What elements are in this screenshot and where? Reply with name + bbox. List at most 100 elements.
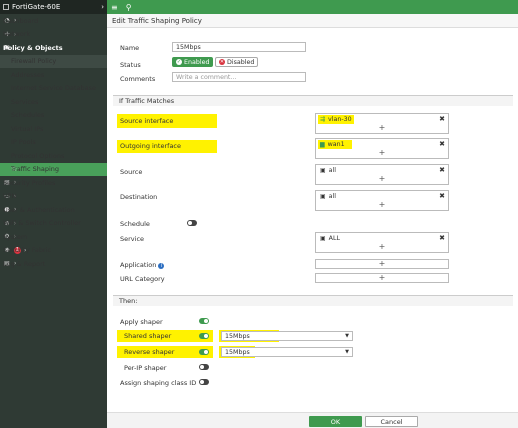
info-icon[interactable]: i: [158, 263, 165, 269]
status-disabled-label: Disabled: [227, 58, 255, 66]
sidebar-item-log-report[interactable]: ▤ Log & Report ›: [0, 257, 107, 271]
per-ip-shaper-label: Per-IP shaper: [124, 364, 167, 372]
assign-class-label: Assign shaping class ID: [120, 379, 197, 387]
sidebar-item-schedules[interactable]: Schedules: [0, 109, 107, 123]
sidebar-item-label: Dashboard: [3, 16, 39, 25]
application-add[interactable]: +: [315, 259, 449, 269]
reverse-shaper-select[interactable]: 15Mbps ▼: [221, 347, 353, 357]
outgoing-interface-entry[interactable]: ▆ wan1: [320, 141, 345, 148]
application-label: Application i: [120, 261, 165, 269]
search-icon[interactable]: ⚲: [126, 3, 132, 12]
application-label-text: Application: [120, 261, 157, 269]
remove-icon[interactable]: ✖: [439, 234, 445, 242]
sidebar-item-label: Firewall Policy: [11, 57, 57, 66]
sidebar-item-virtual-ips[interactable]: Virtual IPs: [0, 122, 107, 136]
url-category-add[interactable]: +: [315, 273, 449, 283]
sidebar-item-label: VPN: [3, 192, 17, 201]
destination-box[interactable]: ▣ all ✖ +: [315, 190, 449, 211]
sidebar-item-addresses[interactable]: Addresses: [0, 68, 107, 82]
shared-shaper-label: Shared shaper: [124, 332, 172, 340]
status-enabled-button[interactable]: ✓ Enabled: [172, 57, 214, 67]
port-icon: ▆: [320, 141, 325, 148]
assign-class-toggle[interactable]: [199, 379, 209, 385]
outgoing-interface-label: Outgoing interface: [120, 142, 181, 150]
add-icon[interactable]: +: [316, 174, 448, 183]
sidebar-item-dashboard[interactable]: ◔ Dashboard ›: [0, 14, 107, 28]
sidebar-item-security-fabric[interactable]: ✺ Security Fabric 1 ›: [0, 244, 107, 258]
sidebar-item-label: Traffic Shaping: [11, 165, 60, 174]
outgoing-interface-box[interactable]: ▆ wan1 ✖ +: [315, 138, 449, 159]
sidebar-item-security-profiles[interactable]: ▤ Security Profiles ›: [0, 176, 107, 190]
menu-icon[interactable]: ≡: [111, 3, 118, 12]
name-input[interactable]: 15Mbps: [172, 42, 306, 52]
address-icon: ▣: [320, 167, 326, 174]
outgoing-interface-value: wan1: [327, 141, 345, 148]
sidebar-item-label: Addresses: [11, 70, 45, 79]
sidebar-item-label: Log & Report: [3, 259, 46, 268]
remove-icon[interactable]: ✖: [439, 140, 445, 148]
sidebar-item-traffic-shaping[interactable]: Traffic Shaping ☆: [0, 162, 107, 176]
remove-icon[interactable]: ✖: [439, 115, 445, 123]
sidebar-item-label: Network: [3, 30, 31, 39]
add-icon[interactable]: +: [316, 148, 448, 157]
service-value: ALL: [328, 235, 340, 242]
sidebar-item-network[interactable]: ✣ Network ›: [0, 28, 107, 42]
sidebar-item-protocol-options[interactable]: Protocol Options: [0, 149, 107, 163]
source-value: all: [328, 167, 337, 174]
comments-textarea[interactable]: Write a comment...: [172, 72, 306, 82]
cancel-button[interactable]: Cancel: [365, 416, 418, 427]
sidebar-item-label: Protocol Options: [11, 151, 65, 160]
address-icon: ▣: [320, 193, 326, 200]
sidebar-item-vpn[interactable]: ▭ VPN ›: [0, 190, 107, 204]
check-circle-icon: ✓: [176, 59, 182, 65]
section-if-traffic-matches: If Traffic Matches: [113, 95, 513, 106]
sidebar-item-internet-service-database[interactable]: Internet Service Database: [0, 82, 107, 96]
device-header[interactable]: FortiGate-60E ›: [0, 0, 107, 14]
source-interface-box[interactable]: ⇶ vlan-30 ✖ +: [315, 113, 449, 134]
footer: OK Cancel: [107, 412, 518, 428]
sidebar-item-user-authentication[interactable]: ● User & Authentication ›: [0, 203, 107, 217]
service-box[interactable]: ▣ ALL ✖ +: [315, 232, 449, 253]
per-ip-shaper-toggle[interactable]: [199, 364, 209, 370]
shared-shaper-toggle[interactable]: [199, 333, 209, 339]
ok-button[interactable]: OK: [309, 416, 362, 427]
source-interface-value: vlan-30: [328, 116, 352, 123]
apply-shaper-toggle[interactable]: [199, 318, 209, 324]
sidebar-item-label: Security Profiles: [3, 178, 56, 187]
device-logo-icon: [3, 4, 9, 10]
url-category-label: URL Category: [120, 275, 165, 283]
source-label: Source: [120, 168, 143, 176]
source-box[interactable]: ▣ all ✖ +: [315, 164, 449, 185]
x-circle-icon: ✕: [219, 59, 225, 65]
sidebar-item-firewall-policy[interactable]: Firewall Policy: [0, 54, 107, 68]
destination-entry[interactable]: ▣ all: [320, 193, 336, 200]
name-label: Name: [120, 44, 140, 52]
schedule-toggle[interactable]: [187, 220, 197, 226]
sidebar-item-policy-objects[interactable]: ▣ Policy & Objects ⌄: [0, 41, 107, 55]
sidebar-item-system[interactable]: ⚙ System ›: [0, 230, 107, 244]
sidebar-item-label: Services: [11, 97, 39, 106]
service-entry[interactable]: ▣ ALL: [320, 235, 340, 242]
sidebar-item-wifi-switch-controller[interactable]: ⊜ WiFi & Switch Controller ›: [0, 217, 107, 231]
source-entry[interactable]: ▣ all: [320, 167, 336, 174]
remove-icon[interactable]: ✖: [439, 166, 445, 174]
device-name: FortiGate-60E: [12, 3, 61, 11]
destination-value: all: [328, 193, 337, 200]
section-then: Then:: [113, 295, 513, 306]
sidebar-item-label: Schedules: [11, 111, 45, 120]
add-icon[interactable]: +: [316, 242, 448, 251]
main-panel: Edit Traffic Shaping Policy Name 15Mbps …: [107, 14, 518, 428]
source-interface-entry[interactable]: ⇶ vlan-30: [320, 116, 352, 123]
sidebar-item-label: Security Fabric: [3, 246, 52, 255]
add-icon[interactable]: +: [316, 200, 448, 209]
add-icon[interactable]: +: [316, 123, 448, 132]
status-disabled-button[interactable]: ✕ Disabled: [215, 57, 259, 67]
shared-shaper-select[interactable]: 15Mbps ▼: [221, 331, 353, 341]
reverse-shaper-toggle[interactable]: [199, 349, 209, 355]
source-interface-label: Source interface: [120, 117, 174, 125]
sidebar-item-label: Virtual IPs: [11, 124, 44, 133]
sidebar-item-ip-pools[interactable]: IP Pools: [0, 136, 107, 150]
dropdown-arrow-icon: ▼: [345, 349, 349, 355]
remove-icon[interactable]: ✖: [439, 192, 445, 200]
sidebar-item-services[interactable]: Services: [0, 95, 107, 109]
